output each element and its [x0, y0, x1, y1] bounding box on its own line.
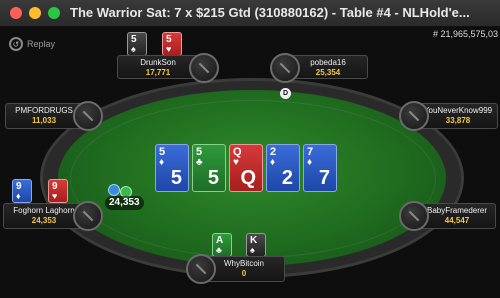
- pot-chip-icon: [108, 184, 120, 196]
- player-name: WhyBitcoin: [223, 259, 264, 268]
- player-nameplate: pobeda16 25,354: [288, 55, 368, 79]
- pot-amount: 24,353: [105, 196, 144, 210]
- player-name: PMFORDRUGS: [15, 106, 73, 115]
- board-card-5: 7 ♦ 7: [303, 144, 337, 192]
- player-stack: 0: [241, 269, 247, 278]
- player-nameplate: DrunkSon 17,771: [117, 55, 199, 79]
- player-avatar[interactable]: [399, 201, 429, 231]
- player-nameplate: PMFORDRUGS 11,033: [5, 103, 83, 129]
- close-window-button[interactable]: [10, 7, 22, 19]
- player-name: BabyFramederer: [426, 206, 488, 215]
- hole-card: 9 ♥: [48, 179, 68, 203]
- player-name: DrunkSon: [140, 58, 176, 67]
- hole-card: 9 ♦: [12, 179, 32, 203]
- hole-card: 5 ♥: [162, 32, 182, 56]
- player-stack: 11,033: [31, 116, 57, 125]
- board-card-2: 5 ♣ 5: [192, 144, 226, 192]
- hole-card: 5 ♠: [127, 32, 147, 56]
- player-name: Foghorn Laghorn: [13, 206, 75, 215]
- zoom-window-button[interactable]: [48, 7, 60, 19]
- player-name: pobeda16: [310, 58, 346, 67]
- player-stack: 24,353: [31, 216, 57, 225]
- replay-icon: ↺: [9, 37, 23, 51]
- player-name: YouNeverKnow999: [423, 106, 493, 115]
- player-stack: 25,354: [315, 68, 341, 77]
- player-avatar[interactable]: [270, 53, 300, 83]
- board-card-1: 5 ♦ 5: [155, 144, 189, 192]
- hand-id: # 21,965,575,03: [432, 29, 498, 39]
- window-titlebar: The Warrior Sat: 7 x $215 Gtd (310880162…: [0, 0, 500, 27]
- player-avatar[interactable]: [73, 201, 103, 231]
- player-stack: 17,771: [145, 68, 171, 77]
- player-nameplate: BabyFramederer 44,547: [418, 203, 496, 229]
- player-nameplate: YouNeverKnow999 33,878: [418, 103, 498, 129]
- player-stack: 33,878: [445, 116, 471, 125]
- board-card-3: Q ♥ Q: [229, 144, 263, 192]
- player-avatar[interactable]: [189, 53, 219, 83]
- player-avatar[interactable]: [186, 254, 216, 284]
- dealer-button: D: [280, 88, 291, 99]
- player-avatar[interactable]: [399, 101, 429, 131]
- replay-label: Replay: [27, 39, 56, 49]
- replay-button[interactable]: ↺ Replay: [9, 37, 55, 51]
- hole-card: K ♠: [246, 233, 266, 257]
- minimize-window-button[interactable]: [29, 7, 41, 19]
- window-title: The Warrior Sat: 7 x $215 Gtd (310880162…: [70, 5, 470, 20]
- board-card-4: 2 ♦ 2: [266, 144, 300, 192]
- player-avatar[interactable]: [73, 101, 103, 131]
- player-stack: 44,547: [444, 216, 470, 225]
- hole-card: A ♣: [212, 233, 232, 257]
